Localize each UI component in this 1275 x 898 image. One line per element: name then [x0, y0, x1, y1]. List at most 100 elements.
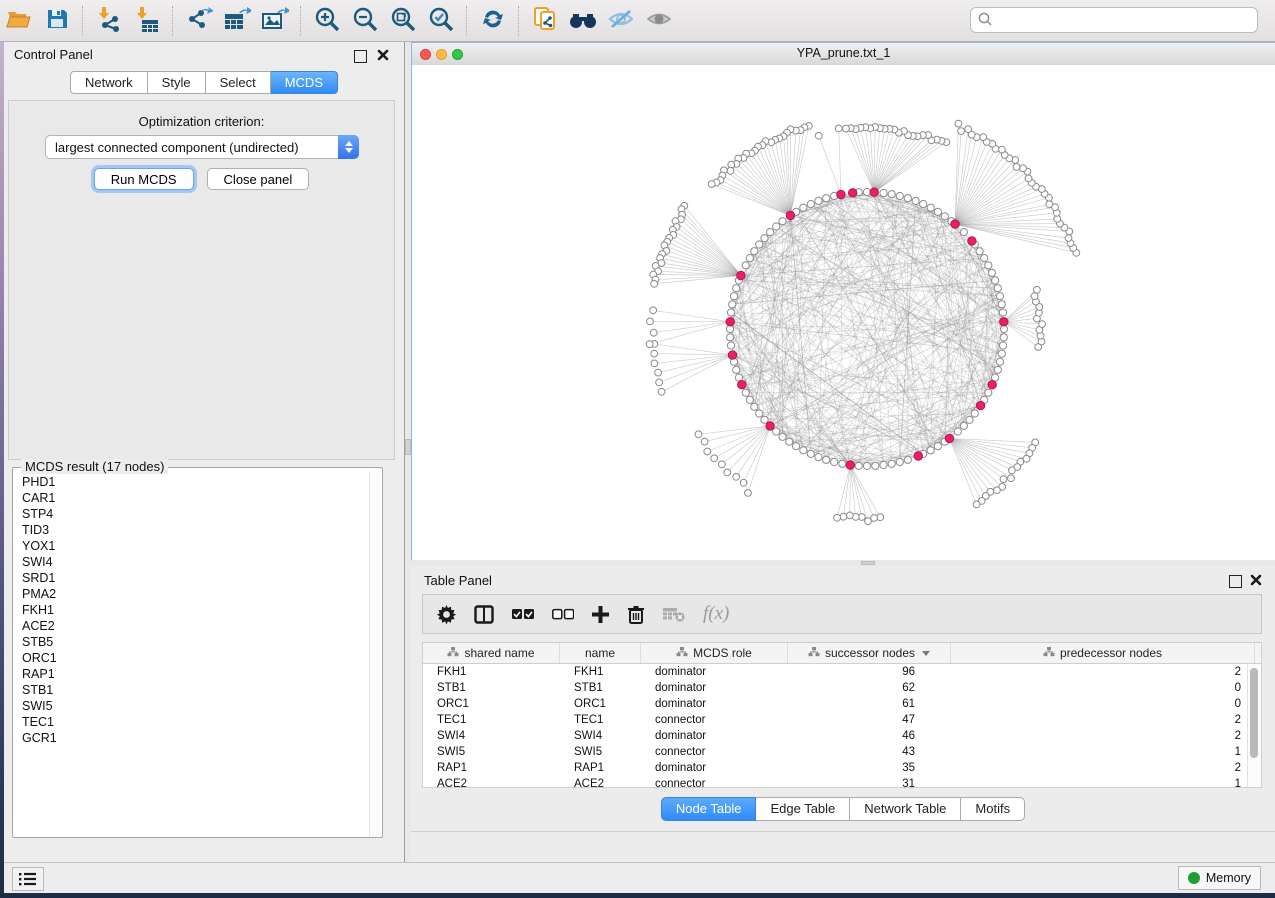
mcds-result-item[interactable]: TEC1 [22, 714, 370, 730]
export-image-button[interactable] [256, 3, 294, 39]
mcds-result-item[interactable]: FKH1 [22, 602, 370, 618]
cell-predecessor-nodes[interactable]: 1 [951, 746, 1255, 758]
cell-MCDS-role[interactable]: dominator [641, 666, 788, 678]
table-scrollbar[interactable] [1247, 664, 1261, 787]
cell-name[interactable]: STB1 [560, 682, 641, 694]
mcds-result-item[interactable]: CAR1 [22, 490, 370, 506]
tab-style[interactable]: Style [148, 71, 206, 94]
open-file-button[interactable] [0, 3, 38, 39]
mcds-result-item[interactable]: PMA2 [22, 586, 370, 602]
tab-node-table[interactable]: Node Table [661, 797, 757, 821]
mcds-result-item[interactable]: TID3 [22, 522, 370, 538]
cell-shared-name[interactable]: SWI4 [423, 730, 560, 742]
mcds-result-item[interactable]: STB5 [22, 634, 370, 650]
column-header-predecessor-nodes[interactable]: predecessor nodes [951, 643, 1255, 663]
cell-shared-name[interactable]: RAP1 [423, 762, 560, 774]
cell-successor-nodes[interactable]: 46 [788, 730, 951, 742]
cell-name[interactable]: ORC1 [560, 698, 641, 710]
cell-shared-name[interactable]: ACE2 [423, 778, 560, 788]
table-settings-button[interactable] [437, 605, 456, 624]
mcds-list-scrollbar[interactable] [369, 471, 381, 836]
close-panel-button[interactable]: Close panel [207, 168, 310, 190]
cell-name[interactable]: ACE2 [560, 778, 641, 788]
table-row[interactable]: TEC1TEC1connector472 [423, 712, 1261, 728]
table-row[interactable]: RAP1RAP1dominator352 [423, 760, 1261, 776]
mcds-result-item[interactable]: STP4 [22, 506, 370, 522]
clear-all-button[interactable] [552, 608, 574, 620]
memory-button[interactable]: Memory [1178, 866, 1261, 890]
cell-successor-nodes[interactable]: 47 [788, 714, 951, 726]
table-row[interactable]: ORC1ORC1dominator610 [423, 696, 1261, 712]
float-panel-icon[interactable] [354, 50, 367, 63]
cell-MCDS-role[interactable]: connector [641, 746, 788, 758]
network-window-titlebar[interactable]: YPA_prune.txt_1 [412, 43, 1275, 66]
splitter-handle[interactable] [861, 561, 875, 565]
cell-successor-nodes[interactable]: 96 [788, 666, 951, 678]
mcds-result-item[interactable]: RAP1 [22, 666, 370, 682]
toggle-columns-button[interactable] [474, 605, 494, 624]
mcds-result-item[interactable]: STB1 [22, 682, 370, 698]
cell-predecessor-nodes[interactable]: 0 [951, 682, 1255, 694]
cell-successor-nodes[interactable]: 35 [788, 762, 951, 774]
tab-edge-table[interactable]: Edge Table [756, 797, 850, 821]
cell-name[interactable]: SWI5 [560, 746, 641, 758]
cell-MCDS-role[interactable]: connector [641, 714, 788, 726]
zoom-out-button[interactable] [346, 3, 384, 39]
cell-MCDS-role[interactable]: dominator [641, 730, 788, 742]
mcds-result-item[interactable]: GCR1 [22, 730, 370, 746]
zoom-selected-button[interactable] [422, 3, 460, 39]
import-network-button[interactable] [90, 3, 128, 39]
cell-successor-nodes[interactable]: 62 [788, 682, 951, 694]
cell-predecessor-nodes[interactable]: 2 [951, 666, 1255, 678]
select-all-button[interactable] [512, 608, 534, 620]
search-box[interactable] [970, 7, 1258, 33]
close-panel-icon[interactable] [1249, 573, 1263, 587]
zoom-fit-button[interactable] [384, 3, 422, 39]
show-all-button[interactable] [640, 3, 678, 39]
float-panel-icon[interactable] [1229, 575, 1242, 588]
tab-network[interactable]: Network [70, 71, 148, 94]
mcds-result-item[interactable]: ACE2 [22, 618, 370, 634]
cell-predecessor-nodes[interactable]: 0 [951, 698, 1255, 710]
tab-select[interactable]: Select [206, 71, 271, 94]
new-network-from-selection-button[interactable] [526, 3, 564, 39]
find-button[interactable] [564, 3, 602, 39]
table-row[interactable]: SWI4SWI4dominator462 [423, 728, 1261, 744]
save-session-button[interactable] [38, 3, 76, 39]
refresh-view-button[interactable] [474, 3, 512, 39]
cell-successor-nodes[interactable]: 31 [788, 778, 951, 788]
cell-predecessor-nodes[interactable]: 1 [951, 778, 1255, 788]
column-header-shared-name[interactable]: shared name [423, 643, 560, 663]
table-row[interactable]: STB1STB1dominator620 [423, 680, 1261, 696]
mcds-result-item[interactable]: SRD1 [22, 570, 370, 586]
tab-network-table[interactable]: Network Table [850, 797, 961, 821]
cell-shared-name[interactable]: STB1 [423, 682, 560, 694]
tab-motifs[interactable]: Motifs [961, 797, 1025, 821]
tab-mcds[interactable]: MCDS [271, 71, 338, 94]
table-row[interactable]: FKH1FKH1dominator962 [423, 664, 1261, 680]
cell-name[interactable]: TEC1 [560, 714, 641, 726]
import-table-button[interactable] [128, 3, 166, 39]
cell-MCDS-role[interactable]: dominator [641, 762, 788, 774]
table-row[interactable]: ACE2ACE2connector311 [423, 776, 1261, 788]
cell-MCDS-role[interactable]: dominator [641, 682, 788, 694]
cell-predecessor-nodes[interactable]: 2 [951, 730, 1255, 742]
zoom-in-button[interactable] [308, 3, 346, 39]
cell-predecessor-nodes[interactable]: 2 [951, 714, 1255, 726]
task-history-button[interactable] [12, 867, 44, 891]
cell-name[interactable]: RAP1 [560, 762, 641, 774]
mcds-result-item[interactable]: SWI4 [22, 554, 370, 570]
column-header-successor-nodes[interactable]: successor nodes [788, 643, 951, 663]
run-mcds-button[interactable]: Run MCDS [94, 168, 194, 190]
cell-successor-nodes[interactable]: 43 [788, 746, 951, 758]
mcds-result-item[interactable]: SWI5 [22, 698, 370, 714]
mcds-result-item[interactable]: YOX1 [22, 538, 370, 554]
cell-shared-name[interactable]: TEC1 [423, 714, 560, 726]
close-panel-icon[interactable] [376, 48, 390, 62]
cell-successor-nodes[interactable]: 61 [788, 698, 951, 710]
column-header-name[interactable]: name [560, 643, 641, 663]
cell-predecessor-nodes[interactable]: 2 [951, 762, 1255, 774]
cell-shared-name[interactable]: ORC1 [423, 698, 560, 710]
delete-column-button[interactable] [627, 605, 645, 624]
export-network-button[interactable] [180, 3, 218, 39]
